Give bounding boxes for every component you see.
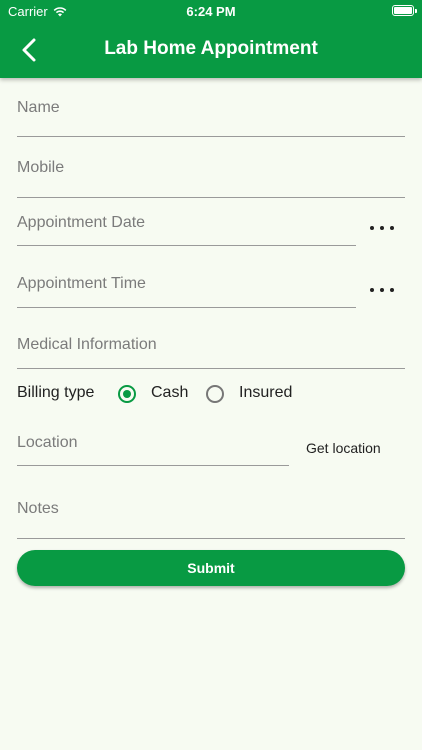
name-input[interactable]	[17, 136, 405, 137]
medical-info-input[interactable]	[17, 368, 405, 369]
time-picker-more-button[interactable]	[370, 284, 394, 296]
mobile-field-label: Mobile	[17, 159, 65, 176]
more-dot-icon	[390, 288, 394, 292]
more-dot-icon	[390, 226, 394, 230]
appointment-time-label: Appointment Time	[17, 275, 146, 292]
notes-input[interactable]	[17, 538, 405, 539]
billing-insured-label[interactable]: Insured	[239, 384, 292, 402]
location-field-label: Location	[17, 434, 78, 451]
more-dot-icon	[380, 288, 384, 292]
mobile-input[interactable]	[17, 197, 405, 198]
location-input[interactable]	[17, 465, 289, 466]
appointment-time-input[interactable]	[17, 307, 356, 308]
billing-cash-label[interactable]: Cash	[151, 384, 188, 402]
more-dot-icon	[370, 288, 374, 292]
app-header: Carrier 6:24 PM Lab Home Appointment	[0, 0, 422, 78]
battery-icon	[392, 5, 417, 16]
more-dot-icon	[380, 226, 384, 230]
appointment-date-label: Appointment Date	[17, 214, 146, 231]
status-bar: Carrier 6:24 PM	[0, 0, 422, 24]
page-title: Lab Home Appointment	[104, 38, 318, 59]
status-time: 6:24 PM	[186, 4, 236, 19]
billing-insured-radio[interactable]	[206, 385, 224, 403]
more-dot-icon	[370, 226, 374, 230]
name-field-label: Name	[17, 99, 60, 116]
appointment-date-input[interactable]	[17, 245, 356, 246]
billing-cash-radio[interactable]	[118, 385, 136, 403]
submit-button[interactable]: Submit	[17, 550, 405, 586]
get-location-button[interactable]: Get location	[306, 440, 381, 456]
date-picker-more-button[interactable]	[370, 222, 394, 234]
medical-info-label: Medical Information	[17, 336, 157, 353]
notes-field-label: Notes	[17, 500, 59, 517]
billing-type-label: Billing type	[17, 384, 95, 401]
